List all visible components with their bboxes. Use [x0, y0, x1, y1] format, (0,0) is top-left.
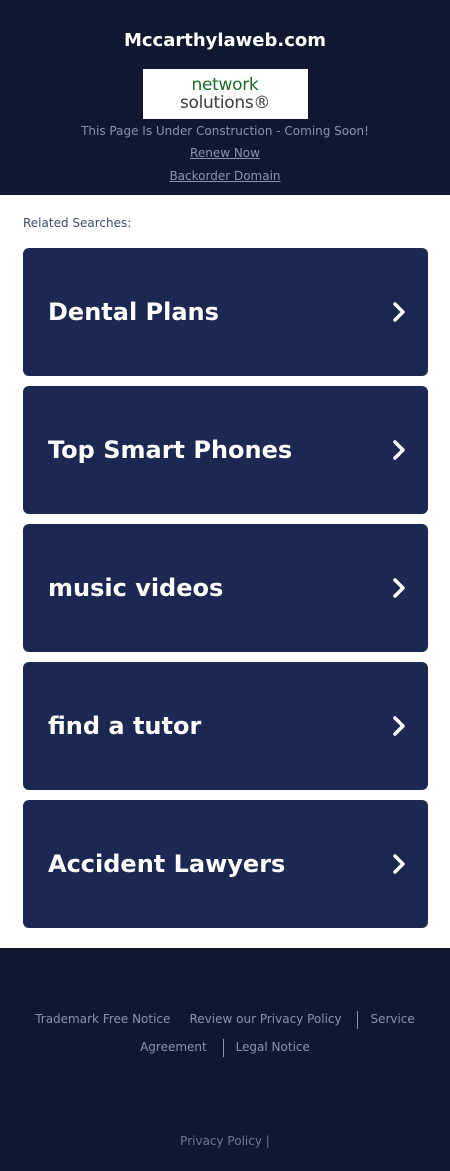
legal-notice-link[interactable]: Legal Notice — [236, 1040, 310, 1054]
search-card-accident-lawyers[interactable]: Accident Lawyers — [23, 800, 428, 928]
search-card-label: find a tutor — [48, 712, 202, 740]
backorder-domain-link[interactable]: Backorder Domain — [0, 169, 450, 183]
related-searches-list: Dental Plans Top Smart Phones music vide… — [23, 248, 428, 928]
chevron-right-icon — [393, 716, 405, 736]
renew-now-link[interactable]: Renew Now — [0, 146, 450, 160]
related-searches-label: Related Searches: — [23, 216, 132, 230]
search-card-top-smart-phones[interactable]: Top Smart Phones — [23, 386, 428, 514]
trademark-free-notice-link[interactable]: Trademark Free Notice — [35, 1012, 170, 1026]
chevron-right-icon — [393, 578, 405, 598]
footer-links: Trademark Free Notice Review our Privacy… — [30, 1005, 420, 1061]
logo-line-2: solutions® — [179, 93, 271, 113]
chevron-right-icon — [393, 440, 405, 460]
chevron-right-icon — [393, 302, 405, 322]
logo-line-1: network — [191, 75, 259, 95]
header: Mccarthylaweb.com network solutions® Thi… — [0, 0, 450, 195]
footer-divider — [357, 1010, 359, 1029]
search-card-music-videos[interactable]: music videos — [23, 524, 428, 652]
footer: Trademark Free Notice Review our Privacy… — [0, 948, 450, 1171]
search-card-label: Top Smart Phones — [48, 436, 293, 464]
search-card-label: music videos — [48, 574, 224, 602]
footer-divider — [222, 1038, 224, 1057]
network-solutions-logo[interactable]: network solutions® — [142, 69, 308, 119]
chevron-right-icon — [393, 854, 405, 874]
domain-title: Mccarthylaweb.com — [123, 30, 327, 51]
construction-notice: This Page Is Under Construction - Coming… — [81, 124, 369, 138]
search-card-label: Accident Lawyers — [48, 850, 286, 878]
privacy-policy-link[interactable]: Privacy Policy | — [0, 1133, 450, 1149]
main-content: Related Searches: Dental Plans Top Smart… — [0, 195, 450, 948]
search-card-label: Dental Plans — [48, 298, 219, 326]
search-card-dental-plans[interactable]: Dental Plans — [23, 248, 428, 376]
search-card-find-a-tutor[interactable]: find a tutor — [23, 662, 428, 790]
privacy-review-link[interactable]: Review our Privacy Policy — [190, 1012, 342, 1026]
